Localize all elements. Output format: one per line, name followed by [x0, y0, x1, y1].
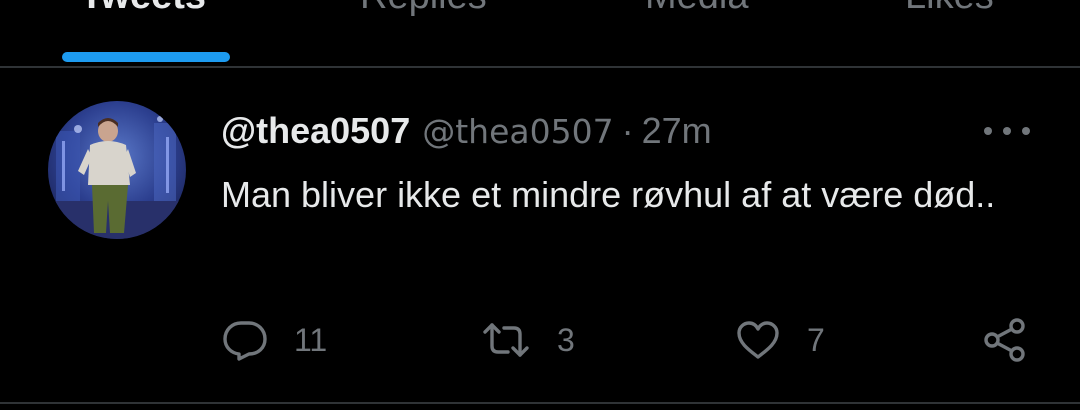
avatar[interactable]	[48, 101, 186, 239]
like-button[interactable]: 7	[735, 316, 825, 364]
share-button[interactable]	[982, 316, 1028, 364]
tweet-divider	[0, 402, 1080, 404]
tweet-text: Man bliver ikke et mindre røvhul af at v…	[221, 174, 996, 215]
tab-replies[interactable]: Replies	[360, 0, 487, 16]
active-tab-indicator	[62, 52, 230, 62]
reply-icon	[223, 321, 267, 361]
retweet-button[interactable]: 3	[481, 316, 575, 364]
profile-tabs: Tweets Replies Media Likes	[0, 0, 1080, 66]
share-icon	[984, 318, 1025, 362]
tab-likes[interactable]: Likes	[905, 0, 994, 16]
tab-tweets[interactable]: Tweets	[80, 0, 206, 16]
user-handle[interactable]: @thea0507	[422, 112, 613, 151]
reply-button[interactable]: 11	[222, 316, 327, 364]
like-count: 7	[807, 321, 825, 358]
retweet-icon	[483, 323, 529, 357]
tabs-divider	[0, 66, 1080, 68]
more-dot-icon	[1003, 127, 1011, 135]
more-dot-icon	[1022, 127, 1030, 135]
tweet-header: @thea0507 @thea0507 · 27m	[221, 108, 712, 154]
more-options-button[interactable]	[982, 116, 1032, 146]
more-dot-icon	[984, 127, 992, 135]
heart-icon	[737, 321, 779, 359]
avatar-photo-icon	[48, 101, 186, 239]
tab-media[interactable]: Media	[645, 0, 749, 16]
display-name[interactable]: @thea0507	[221, 110, 410, 151]
separator: ·	[621, 110, 634, 151]
reply-count: 11	[294, 321, 328, 358]
retweet-count: 3	[557, 321, 575, 358]
timestamp[interactable]: 27m	[642, 110, 712, 151]
